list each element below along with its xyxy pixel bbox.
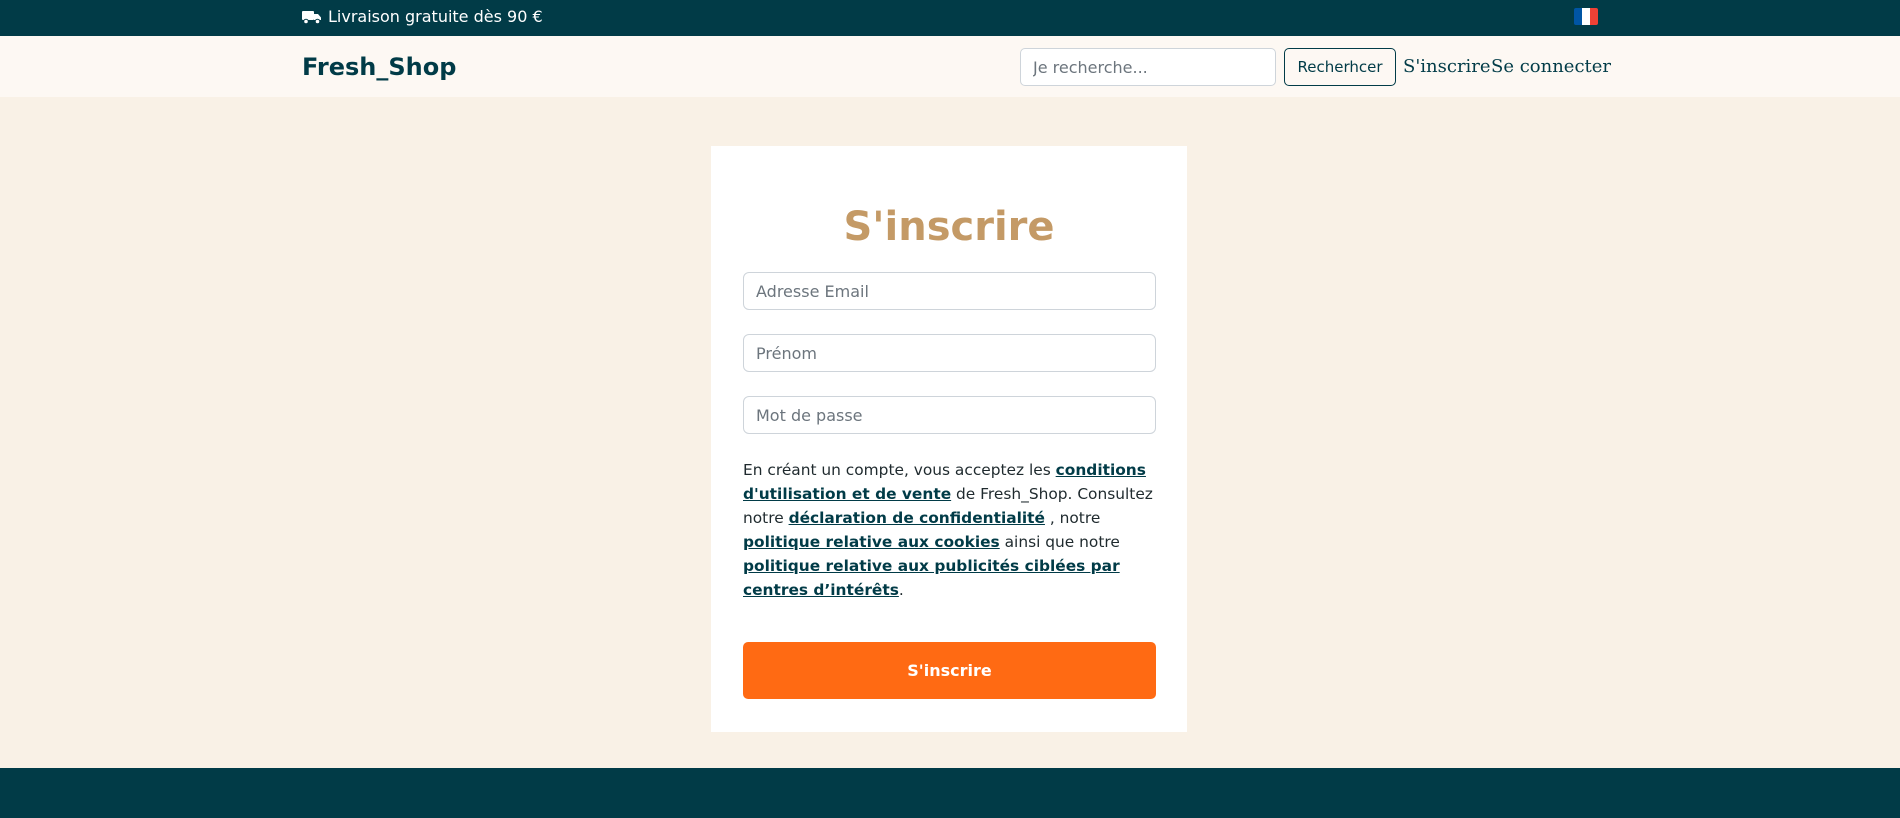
free-delivery-promo: Livraison gratuite dès 90 €	[302, 0, 543, 33]
top-banner: Livraison gratuite dès 90 €	[0, 0, 1900, 36]
cookies-link[interactable]: politique relative aux cookies	[743, 533, 1000, 551]
privacy-link[interactable]: déclaration de confidentialité	[789, 509, 1045, 527]
password-field[interactable]	[743, 396, 1156, 434]
firstname-field[interactable]	[743, 334, 1156, 372]
legal-text-4: ainsi que notre	[999, 533, 1120, 551]
signup-submit-button[interactable]: S'inscrire	[743, 642, 1156, 699]
signup-link[interactable]: S'inscrire	[1403, 36, 1491, 97]
navbar: Fresh_Shop Recherhcer S'inscrire Se conn…	[0, 36, 1900, 97]
legal-text-3: , notre	[1044, 509, 1101, 527]
page-title: S'inscrire	[843, 204, 1055, 250]
login-link[interactable]: Se connecter	[1491, 36, 1611, 97]
legal-notice: En créant un compte, vous acceptez les c…	[743, 458, 1156, 602]
footer	[0, 768, 1900, 818]
promo-text: Livraison gratuite dès 90 €	[328, 7, 543, 26]
search-input[interactable]	[1020, 48, 1276, 86]
legal-text-5: .	[898, 581, 904, 599]
signup-card: S'inscrire En créant un compte, vous acc…	[711, 146, 1187, 732]
france-flag-icon[interactable]	[1574, 8, 1598, 25]
brand-logo[interactable]: Fresh_Shop	[302, 36, 456, 97]
targeted-ads-link[interactable]: politique relative aux publicités ciblée…	[743, 557, 1120, 599]
email-field[interactable]	[743, 272, 1156, 310]
legal-text-1: En créant un compte, vous acceptez les	[743, 461, 1056, 479]
truck-icon	[302, 10, 321, 24]
search-button[interactable]: Recherhcer	[1284, 48, 1396, 86]
